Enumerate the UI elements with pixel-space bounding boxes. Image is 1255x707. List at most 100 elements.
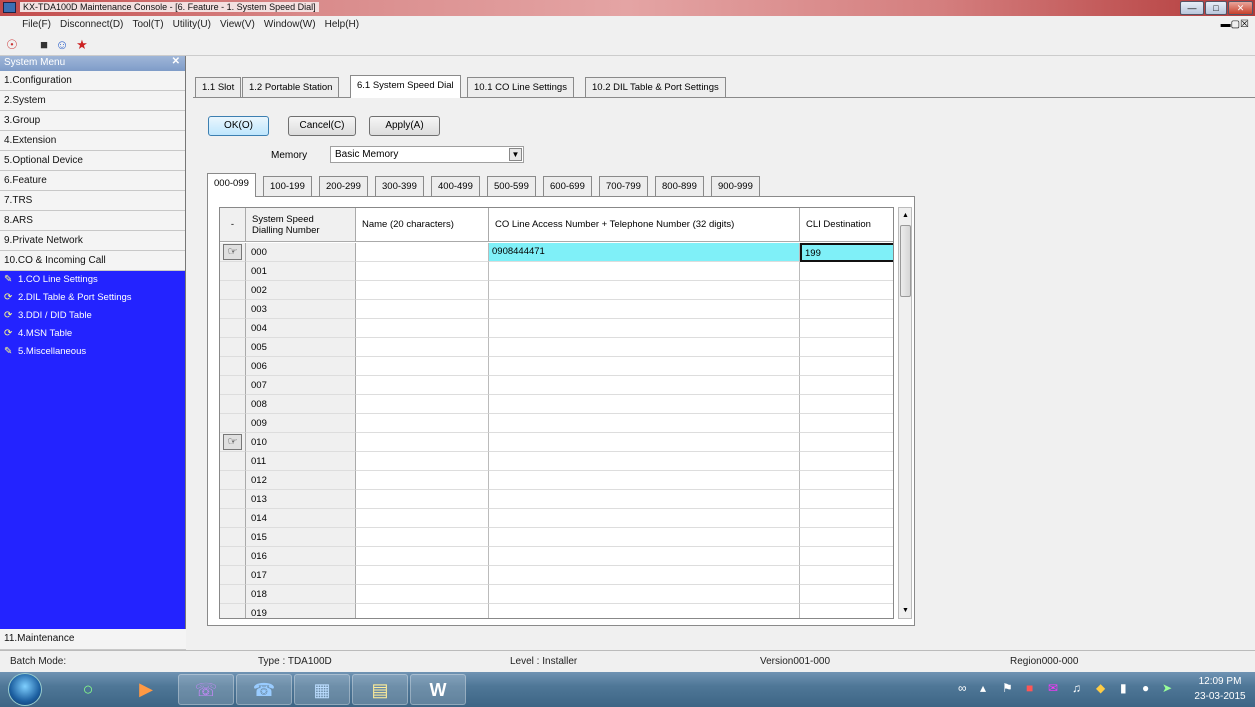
- name-cell[interactable]: [356, 281, 489, 300]
- table-row[interactable]: 009: [220, 414, 893, 433]
- range-tab-100-199[interactable]: 100-199: [263, 176, 312, 196]
- co-line-number-cell[interactable]: [489, 338, 800, 357]
- range-tab-800-899[interactable]: 800-899: [655, 176, 704, 196]
- name-cell[interactable]: [356, 243, 489, 262]
- menu-tool[interactable]: Tool(T): [129, 16, 166, 33]
- table-row[interactable]: 011: [220, 452, 893, 471]
- name-cell[interactable]: [356, 338, 489, 357]
- co-line-number-cell[interactable]: [489, 452, 800, 471]
- table-row[interactable]: 002: [220, 281, 893, 300]
- row-header[interactable]: [220, 528, 246, 547]
- header-speed-dial-number[interactable]: System Speed Dialling Number: [246, 208, 356, 242]
- cli-destination-cell[interactable]: 199: [800, 243, 893, 262]
- co-line-number-cell[interactable]: [489, 547, 800, 566]
- close-icon[interactable]: ✕: [172, 56, 180, 67]
- name-cell[interactable]: [356, 433, 489, 452]
- floppy-icon[interactable]: ■: [36, 37, 52, 53]
- sidebar-item-feature[interactable]: 6.Feature: [0, 171, 185, 191]
- co-line-number-cell[interactable]: [489, 262, 800, 281]
- subitem-miscellaneous[interactable]: ✎ 5.Miscellaneous: [0, 343, 185, 361]
- memory-select[interactable]: Basic Memory ▼: [330, 146, 524, 163]
- name-cell[interactable]: [356, 414, 489, 433]
- co-line-number-cell[interactable]: [489, 566, 800, 585]
- name-cell[interactable]: [356, 452, 489, 471]
- tray-battery-icon[interactable]: ▮: [1120, 681, 1127, 695]
- row-header[interactable]: [220, 490, 246, 509]
- row-header[interactable]: [220, 300, 246, 319]
- chevron-down-icon[interactable]: ▼: [509, 148, 522, 161]
- table-row[interactable]: 018: [220, 585, 893, 604]
- range-tab-900-999[interactable]: 900-999: [711, 176, 760, 196]
- table-row[interactable]: 014: [220, 509, 893, 528]
- scroll-up-icon[interactable]: ▲: [900, 209, 911, 222]
- range-tab-000-099[interactable]: 000-099: [207, 173, 256, 197]
- co-line-number-cell[interactable]: [489, 509, 800, 528]
- row-header[interactable]: [220, 547, 246, 566]
- subitem-ddi-did-table[interactable]: ⟳ 3.DDI / DID Table: [0, 307, 185, 325]
- range-tab-600-699[interactable]: 600-699: [543, 176, 592, 196]
- menu-help[interactable]: Help(H): [322, 16, 362, 33]
- sidebar-item-maintenance[interactable]: 11.Maintenance: [0, 629, 186, 650]
- cancel-button[interactable]: Cancel(C): [288, 116, 356, 136]
- mdi-window-controls[interactable]: ▬▢☒: [1221, 19, 1249, 30]
- tab-slot[interactable]: 1.1 Slot: [195, 77, 242, 97]
- name-cell[interactable]: [356, 262, 489, 281]
- range-tab-700-799[interactable]: 700-799: [599, 176, 648, 196]
- cli-destination-cell[interactable]: [800, 319, 893, 338]
- cli-destination-cell[interactable]: [800, 452, 893, 471]
- sidebar-item-optional-device[interactable]: 5.Optional Device: [0, 151, 185, 171]
- cli-destination-cell[interactable]: [800, 357, 893, 376]
- tray-security-icon[interactable]: ◆: [1096, 681, 1105, 695]
- table-row[interactable]: 006: [220, 357, 893, 376]
- row-header[interactable]: [220, 414, 246, 433]
- tray-mail-icon[interactable]: ✉: [1048, 681, 1058, 695]
- taskbar-folder-icon[interactable]: ▤: [352, 674, 408, 705]
- minimize-button[interactable]: —: [1180, 1, 1204, 15]
- row-header[interactable]: [220, 471, 246, 490]
- scroll-down-icon[interactable]: ▼: [900, 604, 911, 617]
- cli-destination-cell[interactable]: [800, 585, 893, 604]
- table-row[interactable]: 008: [220, 395, 893, 414]
- taskbar-app-icon[interactable]: ○: [60, 674, 116, 705]
- name-cell[interactable]: [356, 528, 489, 547]
- menu-utility[interactable]: Utility(U): [170, 16, 214, 33]
- tray-status-icon[interactable]: ●: [1142, 681, 1149, 695]
- sidebar-item-private-network[interactable]: 9.Private Network: [0, 231, 185, 251]
- co-line-number-cell[interactable]: 0908444471: [489, 243, 800, 262]
- row-header[interactable]: [220, 604, 246, 618]
- cli-destination-cell[interactable]: [800, 433, 893, 452]
- menu-file[interactable]: File(F): [19, 16, 54, 33]
- tab-dil-table-port-settings[interactable]: 10.2 DIL Table & Port Settings: [585, 77, 726, 97]
- table-row[interactable]: 007: [220, 376, 893, 395]
- menu-window[interactable]: Window(W): [261, 16, 319, 33]
- cli-destination-cell[interactable]: [800, 471, 893, 490]
- connect-icon[interactable]: ☉: [4, 37, 20, 53]
- co-line-number-cell[interactable]: [489, 414, 800, 433]
- co-line-number-cell[interactable]: [489, 433, 800, 452]
- range-tab-300-399[interactable]: 300-399: [375, 176, 424, 196]
- table-row[interactable]: 019: [220, 604, 893, 618]
- cli-destination-cell[interactable]: [800, 509, 893, 528]
- name-cell[interactable]: [356, 509, 489, 528]
- table-row[interactable]: 004: [220, 319, 893, 338]
- grid-corner[interactable]: -: [220, 208, 246, 242]
- table-row[interactable]: 013: [220, 490, 893, 509]
- co-line-number-cell[interactable]: [489, 471, 800, 490]
- row-header[interactable]: [220, 452, 246, 471]
- name-cell[interactable]: [356, 395, 489, 414]
- name-cell[interactable]: [356, 490, 489, 509]
- co-line-number-cell[interactable]: [489, 376, 800, 395]
- tray-arrow-icon[interactable]: ➤: [1162, 681, 1172, 695]
- tray-flag-icon[interactable]: ⚑: [1002, 681, 1013, 695]
- table-row[interactable]: 015: [220, 528, 893, 547]
- co-line-number-cell[interactable]: [489, 528, 800, 547]
- row-header[interactable]: [220, 509, 246, 528]
- name-cell[interactable]: [356, 357, 489, 376]
- name-cell[interactable]: [356, 319, 489, 338]
- range-tab-200-299[interactable]: 200-299: [319, 176, 368, 196]
- co-line-number-cell[interactable]: [489, 300, 800, 319]
- name-cell[interactable]: [356, 585, 489, 604]
- co-line-number-cell[interactable]: [489, 281, 800, 300]
- row-header[interactable]: [220, 319, 246, 338]
- sidebar-item-system[interactable]: 2.System: [0, 91, 185, 111]
